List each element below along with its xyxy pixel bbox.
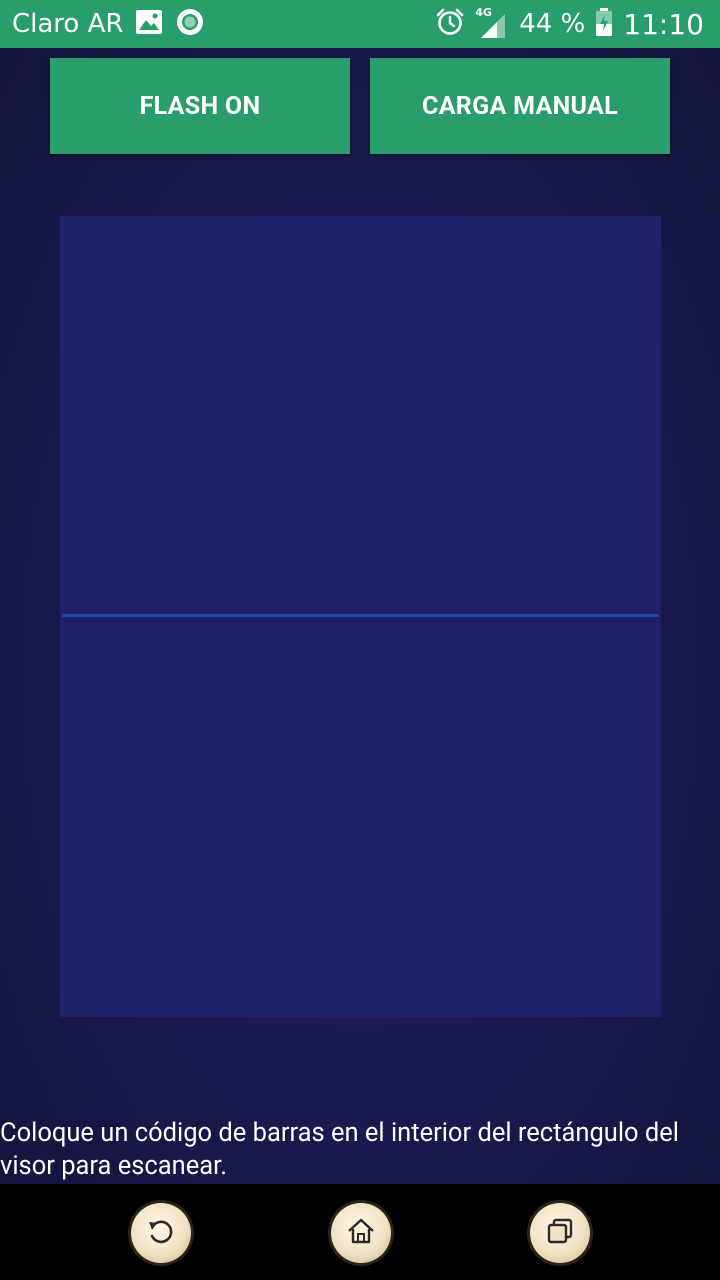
home-button[interactable] bbox=[331, 1203, 391, 1263]
signal-icon: 4G bbox=[475, 6, 509, 40]
status-bar-right: 4G 44 % 11:10 bbox=[435, 6, 720, 41]
scan-rectangle bbox=[60, 216, 661, 1017]
home-icon bbox=[344, 1214, 378, 1252]
navigation-bar bbox=[0, 1184, 720, 1280]
image-icon bbox=[135, 9, 163, 39]
alarm-icon bbox=[435, 7, 465, 41]
scan-instructions: Coloque un código de barras en el interi… bbox=[0, 1118, 679, 1181]
record-icon bbox=[175, 7, 205, 41]
manual-entry-button[interactable]: CARGA MANUAL bbox=[370, 58, 670, 154]
battery-percent: 44 % bbox=[519, 9, 586, 39]
flash-on-button[interactable]: FLASH ON bbox=[50, 58, 350, 154]
back-button[interactable] bbox=[131, 1203, 191, 1263]
carrier-name: Claro AR bbox=[12, 9, 124, 39]
battery-icon bbox=[595, 7, 613, 41]
recent-apps-icon bbox=[543, 1214, 577, 1252]
back-icon bbox=[144, 1214, 178, 1252]
status-bar: Claro AR 4G 44 % 11:10 bbox=[0, 0, 720, 48]
status-bar-left: Claro AR bbox=[0, 7, 205, 41]
recent-apps-button[interactable] bbox=[530, 1203, 590, 1263]
clock: 11:10 bbox=[623, 7, 704, 41]
scan-laser-line bbox=[62, 614, 659, 617]
